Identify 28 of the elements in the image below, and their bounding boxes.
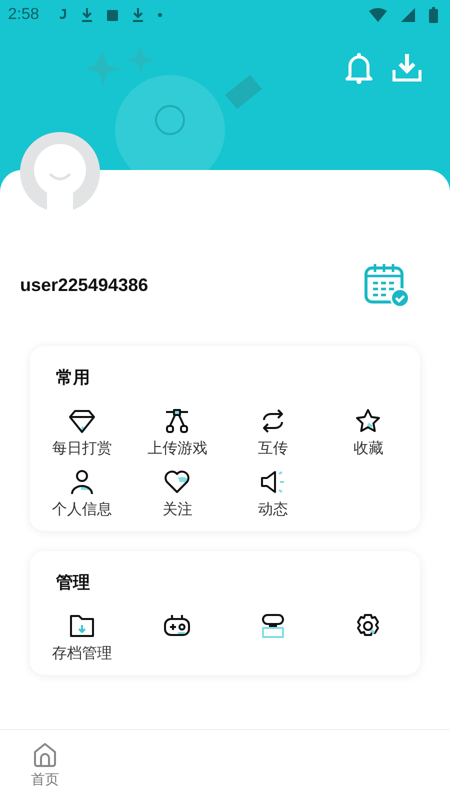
menu-label[interactable]: 收藏 [353, 439, 384, 458]
download-icon [132, 7, 144, 23]
dot-icon [158, 13, 162, 17]
section-title: 常用 [56, 367, 90, 389]
wifi-icon [369, 8, 387, 22]
username: user225494386 [20, 274, 148, 296]
menu-label[interactable]: 上传游戏 [147, 439, 208, 458]
home-tab[interactable]: 首页 [0, 730, 90, 800]
star-icon[interactable] [354, 407, 382, 435]
menu-label[interactable]: 存档管理 [52, 644, 112, 663]
speaker-icon[interactable] [258, 468, 287, 496]
menu-label[interactable]: 关注 [162, 500, 192, 519]
download-icon [81, 7, 94, 23]
battery-icon [429, 7, 438, 23]
home-icon [32, 741, 58, 767]
calendar-check-icon[interactable] [364, 262, 410, 308]
signal-icon [401, 8, 415, 22]
menu-label[interactable]: 每日打赏 [52, 439, 112, 458]
diamond-icon[interactable] [68, 407, 96, 435]
folder-icon[interactable] [68, 612, 96, 640]
status-time: 2:58 [8, 6, 40, 24]
section-title: 管理 [56, 572, 90, 594]
menu-label[interactable]: 个人信息 [52, 500, 112, 519]
menu-label[interactable]: 互传 [258, 439, 288, 458]
heart-icon[interactable] [163, 468, 192, 496]
square-icon [107, 10, 118, 20]
menu-label[interactable]: 动态 [258, 500, 288, 519]
hook-icon [59, 9, 68, 21]
